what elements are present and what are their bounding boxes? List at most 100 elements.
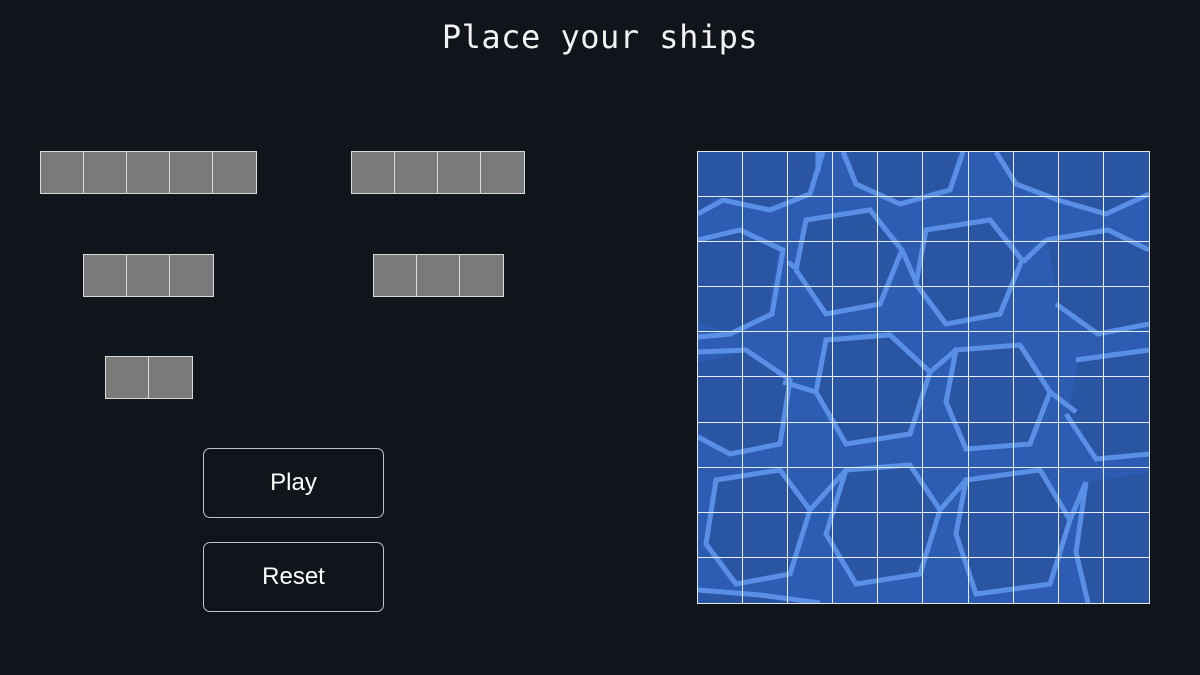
board-cell[interactable] — [1058, 287, 1104, 333]
board-cell[interactable] — [878, 197, 924, 243]
board-cell[interactable] — [923, 287, 969, 333]
board-cell[interactable] — [923, 377, 969, 423]
board-cell[interactable] — [1103, 468, 1149, 513]
board-cell[interactable] — [1013, 332, 1059, 378]
board-cell[interactable] — [1103, 377, 1149, 423]
board-cell[interactable] — [1013, 287, 1059, 333]
board-cell[interactable] — [1058, 422, 1104, 468]
board-cell[interactable] — [923, 332, 969, 378]
board-cell[interactable] — [788, 197, 834, 243]
board-cell[interactable] — [743, 377, 789, 423]
board-cell[interactable] — [833, 332, 879, 378]
board-cell[interactable] — [788, 512, 834, 558]
board-cell[interactable] — [878, 467, 924, 513]
board-cell[interactable] — [1058, 332, 1104, 378]
board-cell[interactable] — [743, 197, 789, 243]
board-cell[interactable] — [968, 377, 1014, 423]
ship-battleship[interactable] — [351, 151, 525, 194]
board-cell[interactable] — [968, 197, 1014, 243]
board-cell[interactable] — [878, 287, 924, 333]
board-cell[interactable] — [923, 467, 969, 513]
board-cell[interactable] — [743, 287, 789, 333]
board-cell[interactable] — [743, 242, 789, 288]
board-cell[interactable] — [743, 467, 789, 513]
board-cell[interactable] — [1059, 557, 1104, 603]
board-cell[interactable] — [969, 557, 1014, 603]
board-cell[interactable] — [1013, 377, 1059, 423]
board-cell[interactable] — [878, 557, 924, 603]
board-cell[interactable] — [1103, 152, 1149, 198]
board-cell[interactable] — [833, 242, 879, 288]
board-cell[interactable] — [743, 512, 789, 558]
board-cell[interactable] — [1058, 242, 1104, 288]
board-cell[interactable] — [1103, 197, 1149, 243]
board-cell[interactable] — [788, 377, 834, 423]
ship-carrier[interactable] — [40, 151, 257, 194]
board-cell[interactable] — [743, 557, 789, 603]
board-cell[interactable] — [698, 152, 744, 198]
board-cell[interactable] — [1013, 422, 1059, 468]
ship-submarine[interactable] — [373, 254, 504, 297]
board-cell[interactable] — [743, 332, 789, 378]
board-cell[interactable] — [878, 422, 924, 468]
board-cell[interactable] — [833, 377, 879, 423]
game-board[interactable] — [697, 151, 1150, 604]
board-cell[interactable] — [788, 557, 834, 603]
board-cell[interactable] — [833, 557, 879, 603]
board-cell[interactable] — [1103, 287, 1149, 333]
board-cell[interactable] — [1058, 152, 1104, 198]
board-cell[interactable] — [698, 332, 744, 378]
board-cell[interactable] — [1014, 557, 1059, 603]
ship-cruiser[interactable] — [83, 254, 214, 297]
board-cell[interactable] — [788, 332, 834, 378]
board-cell[interactable] — [833, 197, 879, 243]
board-cell[interactable] — [833, 287, 879, 333]
board-cell[interactable] — [788, 287, 834, 333]
board-cell[interactable] — [1103, 332, 1149, 378]
board-cell[interactable] — [968, 242, 1014, 288]
board-cell[interactable] — [743, 422, 789, 468]
play-button[interactable]: Play — [203, 448, 384, 518]
board-cell[interactable] — [833, 512, 879, 558]
board-cell[interactable] — [878, 152, 924, 198]
board-cell[interactable] — [1103, 513, 1149, 558]
board-cell[interactable] — [788, 422, 834, 468]
board-cell[interactable] — [698, 197, 744, 243]
board-cell[interactable] — [923, 557, 969, 603]
board-cell[interactable] — [788, 467, 834, 513]
board-cell[interactable] — [698, 557, 744, 603]
board-cell[interactable] — [923, 422, 969, 468]
board-cell[interactable] — [1104, 558, 1149, 603]
board-cell[interactable] — [923, 512, 969, 558]
board-cell[interactable] — [698, 512, 744, 558]
board-cell[interactable] — [968, 332, 1014, 378]
board-cell[interactable] — [743, 152, 789, 198]
board-cell[interactable] — [1103, 242, 1149, 288]
board-cell[interactable] — [698, 422, 744, 468]
reset-button[interactable]: Reset — [203, 542, 384, 612]
board-cell[interactable] — [878, 332, 924, 378]
board-cell[interactable] — [1058, 512, 1104, 558]
board-cell[interactable] — [1013, 467, 1059, 513]
board-cell[interactable] — [1013, 512, 1059, 558]
board-cell[interactable] — [1013, 197, 1059, 243]
board-cell[interactable] — [698, 377, 744, 423]
ship-destroyer[interactable] — [105, 356, 193, 399]
board-cell[interactable] — [1013, 242, 1059, 288]
board-cell[interactable] — [698, 467, 744, 513]
board-cell[interactable] — [1058, 467, 1104, 513]
board-cell[interactable] — [698, 287, 744, 333]
board-cell[interactable] — [968, 152, 1014, 198]
board-cell[interactable] — [923, 242, 969, 288]
board-cell[interactable] — [1058, 197, 1104, 243]
board-grid[interactable] — [698, 152, 1149, 603]
board-cell[interactable] — [833, 152, 879, 198]
board-cell[interactable] — [1058, 377, 1104, 423]
board-cell[interactable] — [698, 242, 744, 288]
board-cell[interactable] — [878, 242, 924, 288]
board-cell[interactable] — [878, 512, 924, 558]
board-cell[interactable] — [968, 512, 1014, 558]
board-cell[interactable] — [788, 242, 834, 288]
board-cell[interactable] — [968, 467, 1014, 513]
board-cell[interactable] — [833, 467, 879, 513]
